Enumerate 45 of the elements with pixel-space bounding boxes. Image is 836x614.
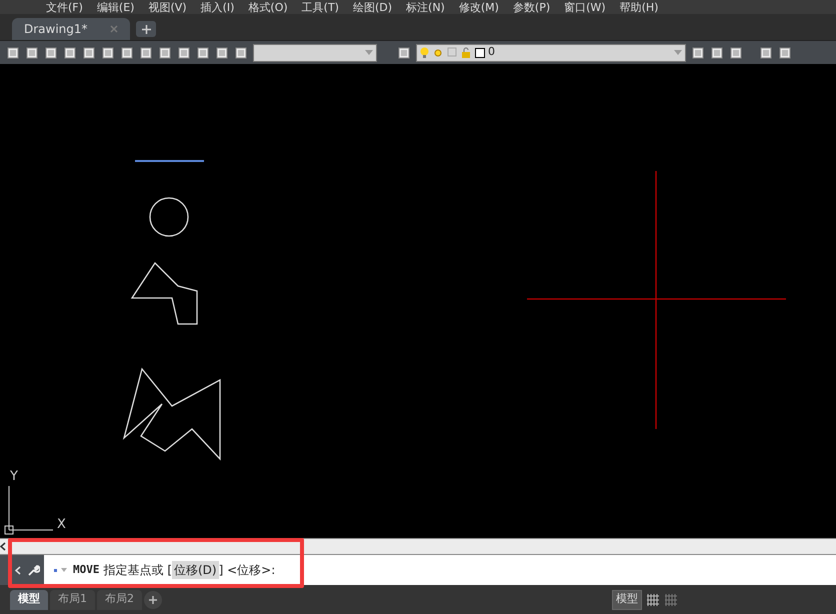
menu-item[interactable]: 标注(N) <box>406 0 445 14</box>
axis-label: Y <box>10 468 18 486</box>
menu-item[interactable]: 编辑(E) <box>96 0 134 14</box>
grid-icon[interactable] <box>664 592 678 606</box>
menu-item[interactable]: 格式(O) <box>248 0 288 14</box>
caret-icon <box>365 50 373 55</box>
menu-item[interactable]: 帮助(H) <box>620 0 658 14</box>
model-button[interactable]: 模型 <box>612 590 642 610</box>
plus-icon <box>142 24 150 34</box>
polygon-shape <box>130 262 198 325</box>
layout-tab[interactable]: 布局1 <box>50 590 95 610</box>
sun-icon <box>432 46 444 58</box>
command-prompt: ] <位移>: <box>218 562 276 579</box>
layer-dropdown[interactable]: 0 <box>416 44 686 62</box>
lock-icon <box>461 47 472 58</box>
menu-item[interactable]: 绘图(D) <box>352 0 392 14</box>
command-option[interactable]: 位移(D) <box>172 561 219 579</box>
menu-item[interactable]: 文件(F) <box>46 0 83 14</box>
command-name: MOVE <box>73 562 100 578</box>
chevron-left-icon[interactable] <box>0 542 6 551</box>
viewport-icon <box>447 47 458 58</box>
add-layout-button[interactable] <box>144 590 162 608</box>
menu-item[interactable]: 视图(V) <box>148 0 187 14</box>
new-tab-button[interactable] <box>136 21 156 37</box>
menu-item[interactable]: 修改(M) <box>458 0 499 14</box>
plus-icon <box>149 596 157 604</box>
ucs-axis-drawing <box>4 486 54 534</box>
view-dropdown[interactable] <box>253 44 377 62</box>
color-swatch-icon <box>475 48 485 58</box>
line-shape <box>135 160 204 162</box>
bulb-icon <box>420 46 429 58</box>
axis-label: X <box>57 516 66 534</box>
caret-icon <box>674 50 682 55</box>
command-prompt: 指定基点或 [ <box>104 562 172 579</box>
layout-tab[interactable]: 布局2 <box>97 590 142 610</box>
menu-item[interactable]: 插入(I) <box>200 0 234 14</box>
menu-item[interactable]: 窗口(W) <box>564 0 606 14</box>
layout-tab[interactable]: 模型 <box>10 590 48 610</box>
menu-item[interactable]: 参数(P) <box>512 0 550 14</box>
file-tab[interactable]: Drawing1* <box>12 18 130 40</box>
grid-icon[interactable] <box>646 592 660 606</box>
wrench-icon[interactable] <box>27 564 40 576</box>
circle-shape <box>149 197 189 237</box>
menu-item[interactable]: 工具(T) <box>302 0 339 14</box>
layer-name: 0 <box>488 44 496 60</box>
